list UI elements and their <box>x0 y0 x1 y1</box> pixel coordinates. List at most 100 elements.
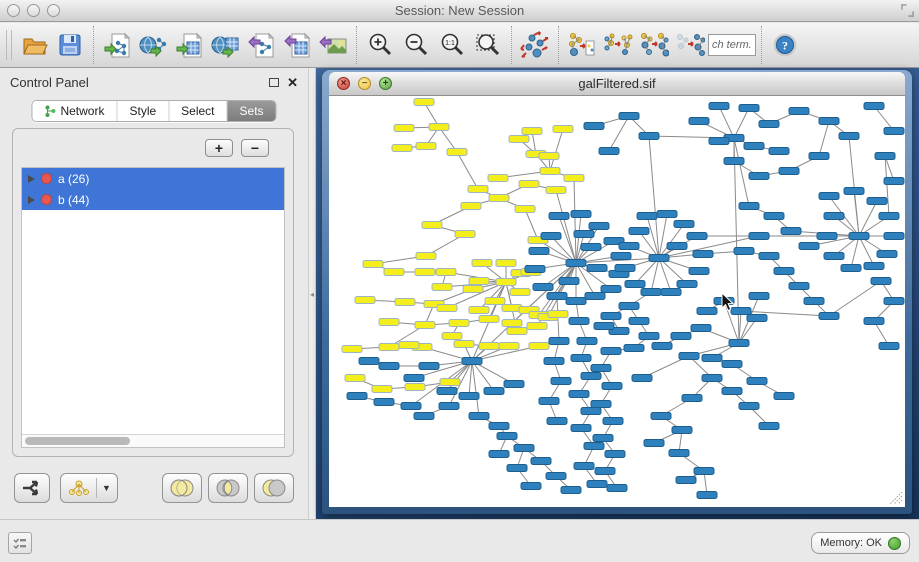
graph-node[interactable] <box>384 269 404 276</box>
graph-node[interactable] <box>781 228 801 235</box>
network-graph[interactable] <box>329 96 905 507</box>
export-network-button[interactable] <box>243 26 279 64</box>
graph-node[interactable] <box>404 375 424 382</box>
graph-node[interactable] <box>507 328 527 335</box>
graph-node[interactable] <box>436 269 456 276</box>
graph-node[interactable] <box>637 213 657 220</box>
graph-node[interactable] <box>379 344 399 351</box>
graph-node[interactable] <box>819 118 839 125</box>
graph-node[interactable] <box>497 433 517 440</box>
graph-node[interactable] <box>574 231 594 238</box>
remove-set-button[interactable]: − <box>241 139 269 157</box>
graph-node[interactable] <box>602 383 622 390</box>
graph-node[interactable] <box>769 148 789 155</box>
graph-node[interactable] <box>759 253 779 260</box>
graph-node[interactable] <box>884 128 904 135</box>
graph-node[interactable] <box>415 322 435 329</box>
graph-node[interactable] <box>689 118 709 125</box>
graph-node[interactable] <box>454 341 474 348</box>
graph-node[interactable] <box>864 318 884 325</box>
disclosure-triangle-icon[interactable] <box>28 196 35 204</box>
help-button[interactable]: ? <box>767 26 803 64</box>
graph-node[interactable] <box>459 393 479 400</box>
add-set-button[interactable]: + <box>205 139 233 157</box>
graph-node[interactable] <box>510 289 530 296</box>
graph-node[interactable] <box>439 403 459 410</box>
graph-node[interactable] <box>405 384 425 391</box>
graph-node[interactable] <box>619 303 639 310</box>
search-input[interactable] <box>708 34 756 56</box>
graph-node[interactable] <box>571 211 591 218</box>
graph-node[interactable] <box>593 435 613 442</box>
graph-node[interactable] <box>581 408 601 415</box>
graph-node[interactable] <box>749 173 769 180</box>
graph-node[interactable] <box>527 323 547 330</box>
graph-node[interactable] <box>819 313 839 320</box>
graph-node[interactable] <box>607 485 627 492</box>
graph-node[interactable] <box>342 346 362 353</box>
graph-node[interactable] <box>799 243 819 250</box>
graph-node[interactable] <box>709 103 729 110</box>
graph-node[interactable] <box>540 168 560 175</box>
graph-node[interactable] <box>877 251 897 258</box>
graph-node[interactable] <box>789 283 809 290</box>
graph-node[interactable] <box>553 126 573 133</box>
graph-node[interactable] <box>455 231 475 238</box>
graph-node[interactable] <box>702 375 722 382</box>
graph-node[interactable] <box>585 293 605 300</box>
graph-node[interactable] <box>399 342 419 349</box>
graph-node[interactable] <box>468 186 488 193</box>
graph-node[interactable] <box>657 211 677 218</box>
graph-node[interactable] <box>415 269 435 276</box>
graph-node[interactable] <box>571 355 591 362</box>
graph-node[interactable] <box>615 265 635 272</box>
union-sets-button[interactable] <box>162 473 202 503</box>
graph-node[interactable] <box>432 284 452 291</box>
resize-grip-icon[interactable] <box>890 492 903 505</box>
graph-node[interactable] <box>867 198 887 205</box>
graph-node[interactable] <box>884 298 904 305</box>
graph-node[interactable] <box>804 298 824 305</box>
graph-node[interactable] <box>569 318 589 325</box>
graph-node[interactable] <box>677 281 697 288</box>
set-row-b[interactable]: b (44) <box>22 189 284 210</box>
scrollbar-thumb[interactable] <box>25 437 130 445</box>
graph-node[interactable] <box>587 481 607 488</box>
graph-node[interactable] <box>469 278 489 285</box>
graph-node[interactable] <box>551 378 571 385</box>
graph-node[interactable] <box>514 445 534 452</box>
graph-node[interactable] <box>689 268 709 275</box>
graph-node[interactable] <box>507 465 527 472</box>
graph-node[interactable] <box>529 248 549 255</box>
tab-sets[interactable]: Sets <box>228 101 276 121</box>
graph-node[interactable] <box>809 153 829 160</box>
split-sets-button[interactable] <box>14 473 50 503</box>
horizontal-scrollbar[interactable] <box>22 434 284 447</box>
graph-node[interactable] <box>379 363 399 370</box>
float-panel-icon[interactable] <box>269 78 279 87</box>
graph-node[interactable] <box>624 345 644 352</box>
graph-node[interactable] <box>463 286 483 293</box>
graph-node[interactable] <box>484 388 504 395</box>
close-panel-icon[interactable]: ✕ <box>287 76 298 89</box>
graph-node[interactable] <box>819 193 839 200</box>
task-history-button[interactable] <box>8 532 32 554</box>
graph-node[interactable] <box>581 373 601 380</box>
graph-node[interactable] <box>591 401 611 408</box>
graph-node[interactable] <box>629 318 649 325</box>
save-session-button[interactable] <box>52 26 88 64</box>
graph-node[interactable] <box>529 343 549 350</box>
zoom-actual-size-button[interactable]: 1:1 <box>434 26 470 64</box>
graph-node[interactable] <box>437 388 457 395</box>
graph-node[interactable] <box>547 293 567 300</box>
graph-node[interactable] <box>747 315 767 322</box>
zoom-fit-selected-button[interactable] <box>470 26 506 64</box>
graph-node[interactable] <box>849 233 869 240</box>
graph-node[interactable] <box>879 213 899 220</box>
zoom-in-button[interactable] <box>362 26 398 64</box>
graph-node[interactable] <box>502 320 522 327</box>
graph-node[interactable] <box>442 333 462 340</box>
graph-node[interactable] <box>844 188 864 195</box>
graph-node[interactable] <box>774 268 794 275</box>
graph-node[interactable] <box>591 365 611 372</box>
